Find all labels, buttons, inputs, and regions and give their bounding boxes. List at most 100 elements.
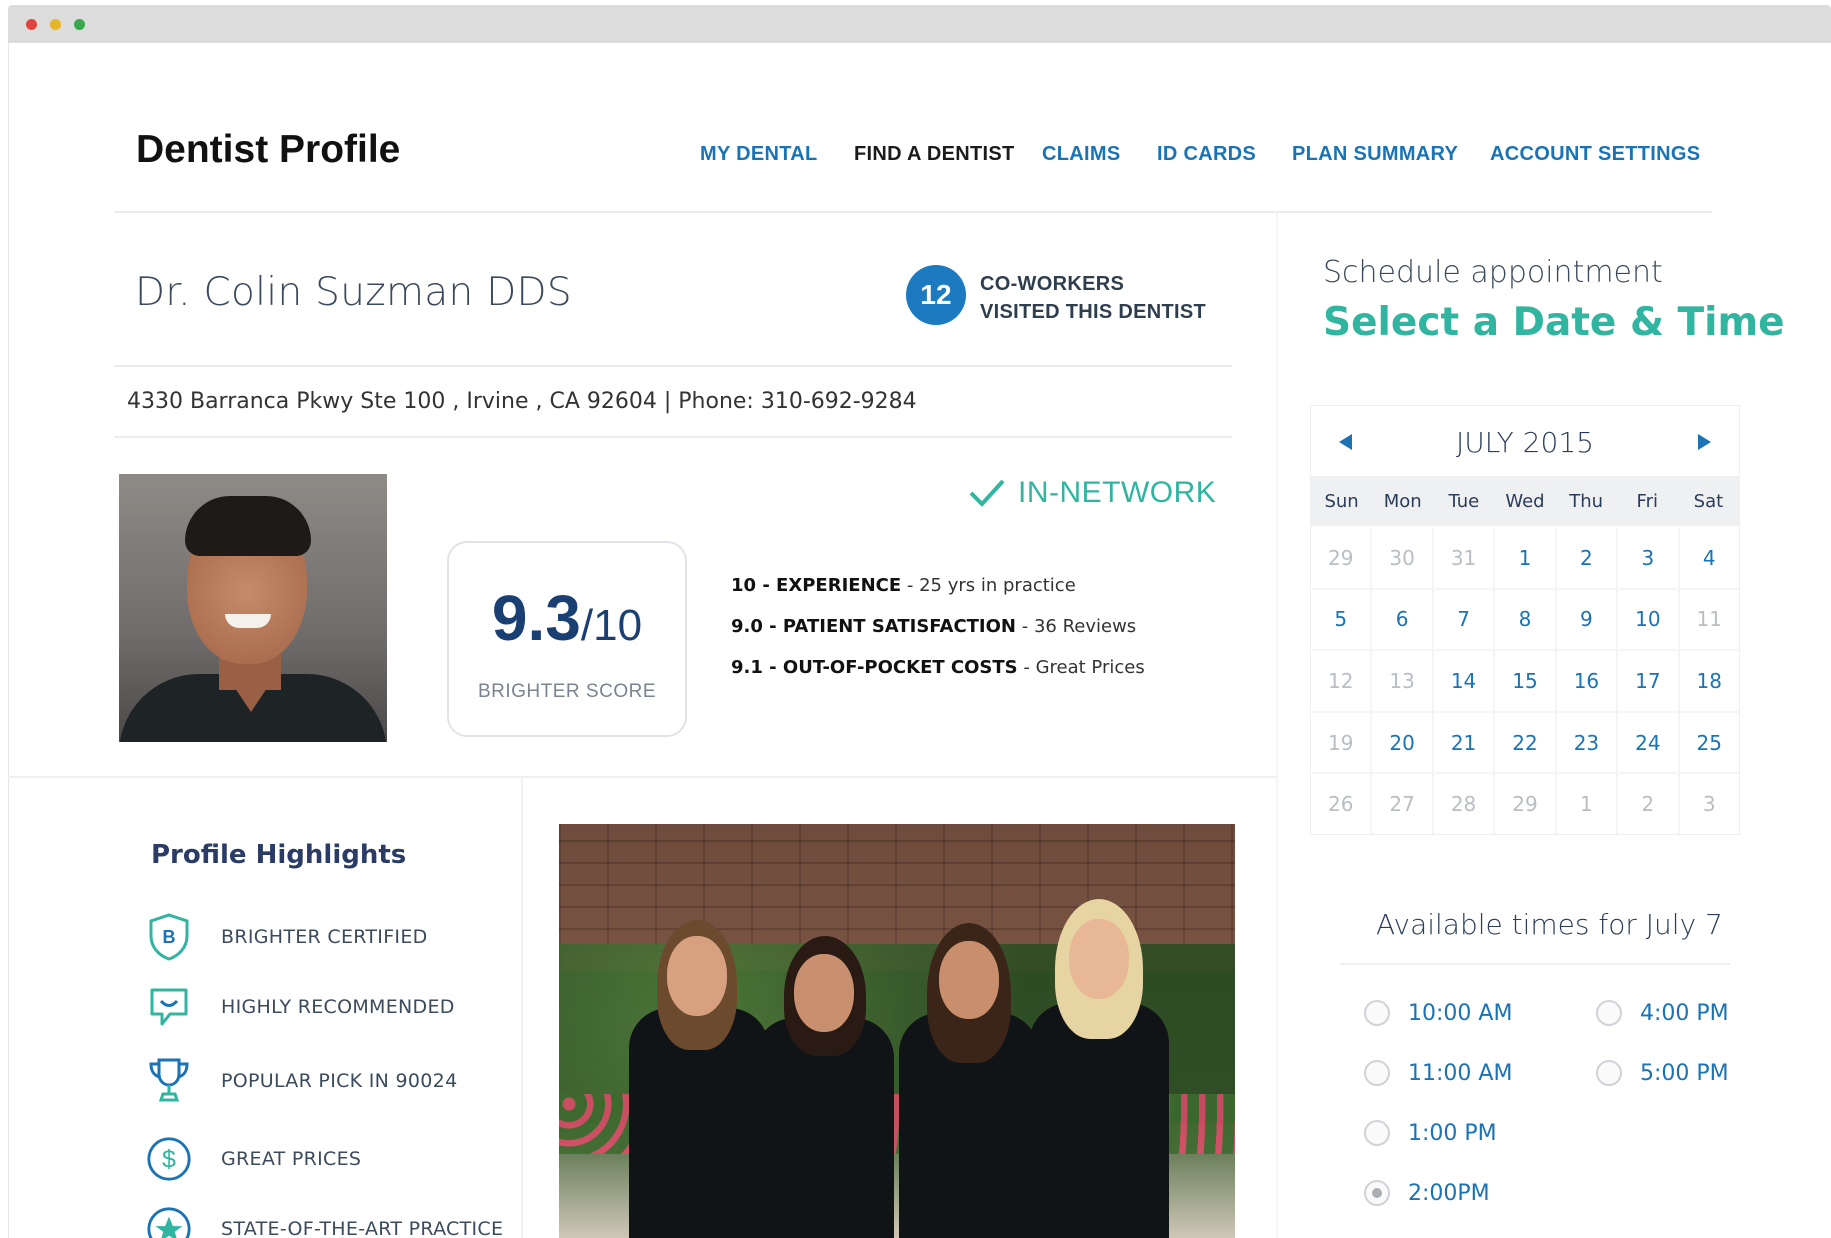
weekday-sat: Sat [1693, 490, 1724, 512]
weekday-tue: Tue [1448, 490, 1480, 512]
calendar-day: 30 [1372, 528, 1432, 588]
in-network-status: IN-NETWORK [968, 476, 1216, 510]
calendar-day[interactable]: 1 [1495, 528, 1555, 588]
metric-out-of-pocket-costs: 9.1 - OUT-OF-POCKET COSTS - Great Prices [731, 657, 1145, 678]
close-window-button[interactable] [26, 19, 37, 30]
coworkers-count-badge: 12 [906, 265, 966, 325]
calendar-day[interactable]: 24 [1618, 712, 1678, 773]
weekday-wed: Wed [1505, 490, 1545, 512]
weekday-mon: Mon [1383, 490, 1422, 512]
calendar-day[interactable]: 4 [1679, 528, 1739, 588]
dentist-name: Dr. Colin Suzman DDS [135, 270, 572, 315]
name-divider [114, 365, 1232, 367]
calendar-day: 28 [1433, 774, 1494, 834]
time-slot-label: 10:00 AM [1408, 1000, 1513, 1026]
calendar-day[interactable]: 3 [1618, 528, 1678, 588]
profile-highlights-title: Profile Highlights [151, 840, 407, 870]
calendar-day: 19 [1311, 712, 1371, 773]
highlight-highly-recommended: HIGHLY RECOMMENDED [145, 983, 455, 1031]
time-slot-radio[interactable] [1364, 1060, 1390, 1086]
coworkers-line-1: CO-WORKERS [980, 273, 1125, 295]
weekday-fri: Fri [1636, 490, 1658, 512]
time-slot[interactable]: 11:00 AM [1364, 1060, 1512, 1086]
time-slot-label: 2:00PM [1408, 1180, 1490, 1206]
calendar-day[interactable]: 21 [1433, 712, 1494, 773]
nav-id-cards[interactable]: ID CARDS [1157, 143, 1256, 166]
highlight-popular-pick: POPULAR PICK IN 90024 [145, 1057, 457, 1105]
available-times-divider [1340, 963, 1730, 965]
highlight-label: HIGHLY RECOMMENDED [221, 996, 455, 1018]
select-date-time-title: Select a Date & Time [1323, 300, 1785, 345]
section-divider [8, 776, 1276, 778]
svg-text:B: B [163, 927, 176, 947]
calendar-day[interactable]: 22 [1495, 712, 1555, 773]
calendar-day: 2 [1618, 774, 1678, 834]
score-number: 9.3 [491, 582, 581, 654]
calendar-day: 29 [1495, 774, 1555, 834]
time-slot[interactable]: 10:00 AM [1364, 1000, 1512, 1026]
header-divider [114, 211, 1712, 213]
team-photo [559, 824, 1235, 1238]
trophy-icon [145, 1057, 193, 1105]
nav-account-settings[interactable]: ACCOUNT SETTINGS [1490, 143, 1700, 166]
metric-patient-satisfaction: 9.0 - PATIENT SATISFACTION - 36 Reviews [731, 616, 1137, 637]
window-titlebar [8, 5, 1831, 43]
shield-b-icon: B [145, 913, 193, 961]
calendar-day[interactable]: 7 [1433, 589, 1494, 650]
coworkers-text: CO-WORKERS VISITED THIS DENTIST [980, 270, 1206, 326]
score-label: BRIGHTER SCORE [477, 681, 657, 702]
calendar-day: 26 [1311, 774, 1371, 834]
calendar-day: 1 [1556, 774, 1617, 834]
calendar-day: 12 [1311, 651, 1371, 711]
calendar-month: JULY 2015 [1456, 426, 1594, 459]
calendar-day: 11 [1679, 589, 1739, 650]
calendar-day[interactable]: 18 [1679, 651, 1739, 711]
calendar-day[interactable]: 9 [1556, 589, 1617, 650]
available-times-title: Available times for July 7 [1376, 908, 1723, 941]
calendar-day[interactable]: 16 [1556, 651, 1617, 711]
time-slot-radio[interactable] [1364, 1000, 1390, 1026]
dentist-photo [119, 474, 387, 742]
checkmark-icon [969, 479, 1005, 507]
calendar-day[interactable]: 10 [1618, 589, 1678, 650]
time-slot-label: 1:00 PM [1408, 1120, 1497, 1146]
next-month-arrow-icon[interactable] [1698, 434, 1711, 450]
brighter-score-card: 9.3/10 BRIGHTER SCORE [447, 541, 687, 737]
nav-my-dental[interactable]: MY DENTAL [700, 143, 818, 166]
time-slot[interactable]: 1:00 PM [1364, 1120, 1497, 1146]
calendar-day[interactable]: 14 [1433, 651, 1494, 711]
highlight-brighter-certified: B BRIGHTER CERTIFIED [145, 913, 428, 961]
calendar-day[interactable]: 5 [1311, 589, 1371, 650]
calendar-day[interactable]: 17 [1618, 651, 1678, 711]
nav-plan-summary[interactable]: PLAN SUMMARY [1292, 143, 1458, 166]
calendar-day: 29 [1311, 528, 1371, 588]
calendar-day[interactable]: 2 [1556, 528, 1617, 588]
time-slot-radio[interactable] [1596, 1000, 1622, 1026]
svg-text:$: $ [162, 1146, 176, 1174]
coworkers-line-2: VISITED THIS DENTIST [980, 301, 1207, 323]
score-metrics-list: 10 - EXPERIENCE - 25 yrs in practice 9.0… [731, 575, 1145, 698]
time-slot[interactable]: 4:00 PM [1596, 1000, 1729, 1026]
nav-find-a-dentist[interactable]: FIND A DENTIST [854, 143, 1015, 166]
highlight-label: GREAT PRICES [221, 1148, 362, 1170]
time-slot[interactable]: 5:00 PM [1596, 1060, 1729, 1086]
calendar-day[interactable]: 6 [1372, 589, 1432, 650]
dentist-address-phone: 4330 Barranca Pkwy Ste 100 , Irvine , CA… [127, 389, 917, 414]
time-slot-radio[interactable] [1364, 1120, 1390, 1146]
time-slot-radio[interactable] [1364, 1180, 1390, 1206]
nav-claims[interactable]: CLAIMS [1042, 143, 1120, 166]
maximize-window-button[interactable] [74, 19, 85, 30]
minimize-window-button[interactable] [50, 19, 61, 30]
calendar-day[interactable]: 23 [1556, 712, 1617, 773]
weekday-thu: Thu [1569, 490, 1604, 512]
time-slot-label: 5:00 PM [1640, 1060, 1729, 1086]
calendar-day[interactable]: 8 [1495, 589, 1555, 650]
highlight-great-prices: $ GREAT PRICES [145, 1135, 361, 1183]
calendar-day[interactable]: 20 [1372, 712, 1432, 773]
schedule-appointment-label: Schedule appointment [1323, 255, 1663, 290]
calendar-day[interactable]: 25 [1679, 712, 1739, 773]
calendar-day[interactable]: 15 [1495, 651, 1555, 711]
highlight-label: POPULAR PICK IN 90024 [221, 1070, 458, 1092]
time-slot-radio[interactable] [1596, 1060, 1622, 1086]
time-slot[interactable]: 2:00PM [1364, 1180, 1490, 1206]
